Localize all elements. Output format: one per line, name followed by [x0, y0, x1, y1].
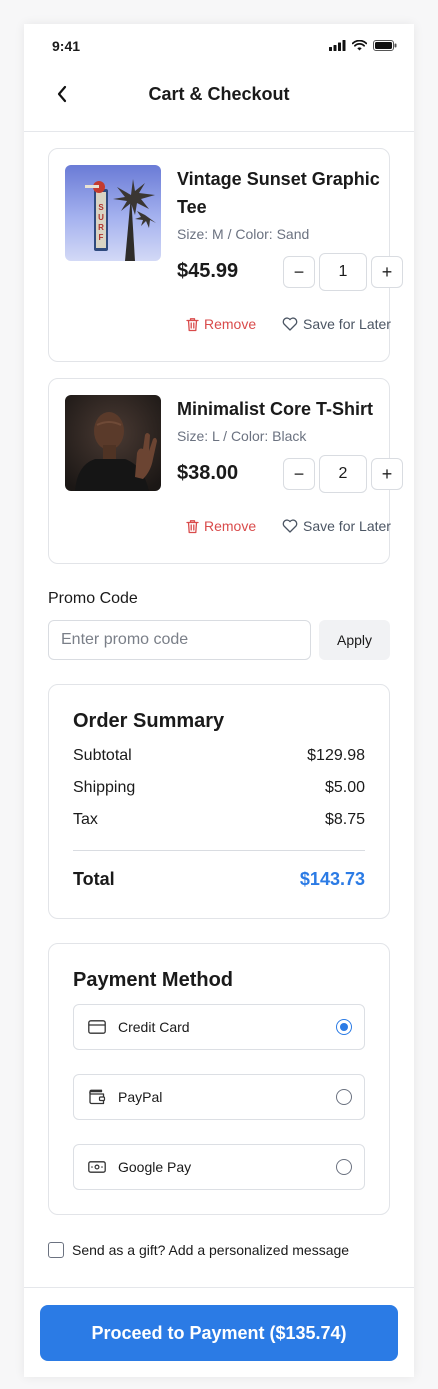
- gift-label[interactable]: Send as a gift? Add a personalized messa…: [72, 1242, 349, 1258]
- minus-icon: −: [293, 463, 305, 484]
- summary-row-total: Total $143.73: [73, 869, 365, 890]
- payment-option-credit-card[interactable]: Credit Card: [73, 1004, 365, 1050]
- cash-icon: [87, 1159, 107, 1175]
- phone-screen: 9:41 Cart & Checkout S U R F Vintage Sun…: [24, 24, 414, 1377]
- payment-option-google-pay[interactable]: Google Pay: [73, 1144, 365, 1190]
- status-icons: [329, 39, 397, 51]
- plus-icon: +: [381, 261, 393, 282]
- signal-icon: [329, 39, 346, 51]
- proceed-to-payment-button[interactable]: Proceed to Payment ($135.74): [40, 1305, 398, 1361]
- summary-row-tax: Tax $8.75: [73, 811, 365, 829]
- summary-divider: [73, 850, 365, 851]
- product-meta: Size: L / Color: Black: [177, 428, 307, 444]
- status-time: 9:41: [52, 38, 81, 54]
- payment-method-card: Payment Method Credit Card PayPal Google…: [48, 943, 390, 1215]
- quantity-increase-button[interactable]: +: [371, 256, 403, 288]
- payment-method-title: Payment Method: [73, 969, 234, 991]
- order-summary-card: Order Summary Subtotal $129.98 Shipping …: [48, 684, 390, 919]
- svg-text:S: S: [98, 203, 104, 212]
- payment-option-label: PayPal: [118, 1089, 163, 1105]
- save-for-later-label: Save for Later: [303, 316, 391, 332]
- product-price: $45.99: [177, 260, 239, 282]
- summary-row-shipping: Shipping $5.00: [73, 779, 365, 797]
- summary-value: $5.00: [324, 779, 365, 796]
- summary-label: Subtotal: [73, 747, 132, 764]
- quantity-decrease-button[interactable]: −: [283, 458, 315, 490]
- promo-code-input[interactable]: [48, 620, 311, 660]
- product-name[interactable]: Vintage Sunset Graphic Tee: [177, 165, 389, 221]
- svg-text:R: R: [98, 223, 104, 232]
- minus-icon: −: [293, 261, 305, 282]
- gift-checkbox[interactable]: [48, 1242, 64, 1258]
- plus-icon: +: [381, 463, 393, 484]
- quantity-decrease-button[interactable]: −: [283, 256, 315, 288]
- payment-option-paypal[interactable]: PayPal: [73, 1074, 365, 1120]
- product-image[interactable]: [65, 395, 161, 491]
- apply-promo-button[interactable]: Apply: [319, 620, 390, 660]
- header-divider: [24, 131, 414, 132]
- total-value: $143.73: [299, 869, 365, 889]
- trash-icon: [186, 317, 199, 331]
- remove-label: Remove: [204, 518, 257, 534]
- summary-label: Shipping: [73, 779, 136, 796]
- order-summary-title: Order Summary: [73, 710, 225, 732]
- promo-code-label: Promo Code: [48, 590, 138, 607]
- product-price: $38.00: [177, 462, 239, 484]
- product-meta: Size: M / Color: Sand: [177, 226, 310, 242]
- quantity-value[interactable]: 2: [319, 455, 367, 493]
- svg-text:F: F: [99, 233, 104, 242]
- svg-text:U: U: [98, 213, 104, 222]
- cart-item: Minimalist Core T-Shirt Size: L / Color:…: [48, 378, 403, 564]
- footer-divider: [24, 1287, 414, 1288]
- credit-card-icon: [87, 1019, 107, 1035]
- remove-button[interactable]: Remove: [186, 518, 256, 534]
- heart-icon: [282, 317, 298, 331]
- product-image[interactable]: S U R F: [65, 165, 161, 261]
- quantity-value[interactable]: 1: [319, 253, 367, 291]
- wifi-icon: [352, 39, 367, 50]
- payment-option-label: Google Pay: [118, 1159, 192, 1175]
- summary-row-subtotal: Subtotal $129.98: [73, 747, 365, 765]
- heart-icon: [282, 519, 298, 533]
- quantity-increase-button[interactable]: +: [371, 458, 403, 490]
- battery-icon: [373, 39, 397, 51]
- summary-value: $8.75: [324, 811, 365, 828]
- payment-option-label: Credit Card: [118, 1019, 190, 1035]
- remove-button[interactable]: Remove: [186, 316, 256, 332]
- summary-value: $129.98: [307, 747, 365, 764]
- radio-selected[interactable]: [336, 1019, 352, 1035]
- radio-unselected[interactable]: [336, 1159, 352, 1175]
- cart-item: S U R F Vintage Sunset Graphic Tee Size:…: [48, 148, 403, 362]
- wallet-icon: [87, 1089, 107, 1105]
- radio-unselected[interactable]: [336, 1089, 352, 1105]
- summary-label: Tax: [73, 811, 98, 828]
- save-for-later-label: Save for Later: [303, 518, 391, 534]
- save-for-later-button[interactable]: Save for Later: [282, 518, 391, 534]
- page-title: Cart & Checkout: [148, 84, 290, 104]
- save-for-later-button[interactable]: Save for Later: [282, 316, 391, 332]
- total-label: Total: [73, 869, 115, 889]
- trash-icon: [186, 519, 199, 533]
- product-name[interactable]: Minimalist Core T-Shirt: [177, 395, 389, 423]
- remove-label: Remove: [204, 316, 257, 332]
